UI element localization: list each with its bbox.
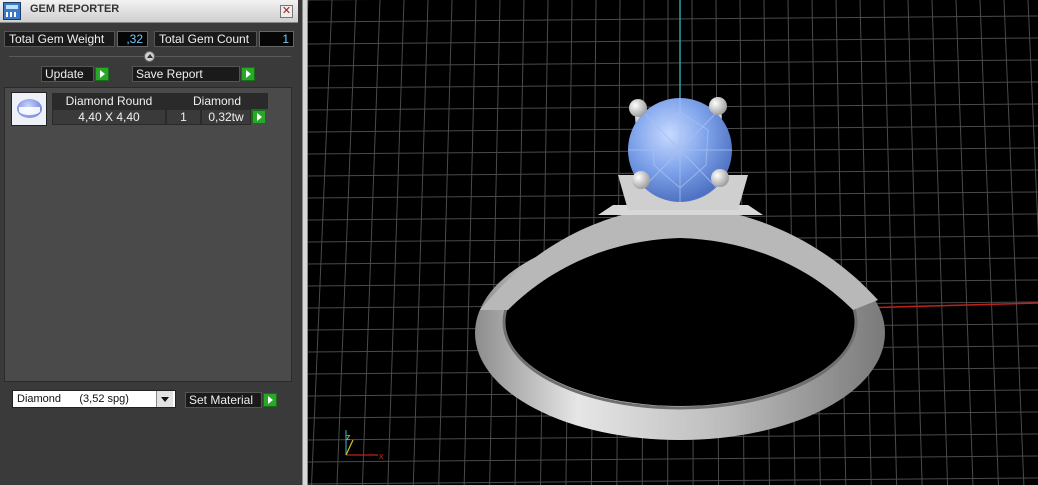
- set-material-go-icon[interactable]: [263, 393, 277, 407]
- update-button[interactable]: Update: [41, 66, 94, 82]
- round-diamond-thumbnail: [11, 92, 47, 126]
- chevron-down-icon[interactable]: [156, 391, 173, 407]
- axis-triad-icon: x z: [345, 430, 384, 461]
- set-material-button[interactable]: Set Material: [185, 392, 262, 408]
- viewport-canvas: x z: [308, 0, 1038, 485]
- 3d-viewport[interactable]: x z: [308, 0, 1038, 485]
- update-go-icon[interactable]: [95, 67, 109, 81]
- close-button[interactable]: ✕: [280, 5, 293, 18]
- gem-material-header: Diamond: [166, 93, 268, 109]
- total-gem-weight-label: Total Gem Weight: [4, 31, 115, 47]
- prong: [629, 99, 647, 117]
- gem-reporter-app-icon: [3, 2, 21, 20]
- save-report-button[interactable]: Save Report: [132, 66, 240, 82]
- save-report-go-icon[interactable]: [241, 67, 255, 81]
- gem-list: Diamond Round Diamond 4,40 X 4,40 1 0,32…: [4, 87, 292, 382]
- title-bar: GEM REPORTER ✕: [0, 0, 298, 23]
- close-icon: ✕: [281, 5, 292, 17]
- collapse-up-icon[interactable]: [144, 51, 155, 62]
- gem-row-go-icon[interactable]: [252, 110, 266, 124]
- gem-shape-header: Diamond Round: [52, 93, 166, 109]
- prong: [711, 169, 729, 187]
- prong: [632, 171, 650, 189]
- svg-text:z: z: [346, 432, 351, 442]
- gem-count: 1: [166, 109, 201, 125]
- total-gem-weight-value: ,32: [117, 31, 148, 47]
- window-title: GEM REPORTER: [30, 3, 120, 15]
- material-select[interactable]: Diamond (3,52 spg): [12, 390, 176, 408]
- prong: [709, 97, 727, 115]
- gem-size: 4,40 X 4,40: [52, 109, 166, 125]
- total-gem-count-label: Total Gem Count: [154, 31, 257, 47]
- svg-text:x: x: [379, 451, 384, 461]
- gem-weight: 0,32tw: [201, 109, 251, 125]
- total-gem-count-value: 1: [259, 31, 294, 47]
- gem-reporter-panel: GEM REPORTER ✕ Total Gem Weight ,32 Tota…: [0, 0, 302, 485]
